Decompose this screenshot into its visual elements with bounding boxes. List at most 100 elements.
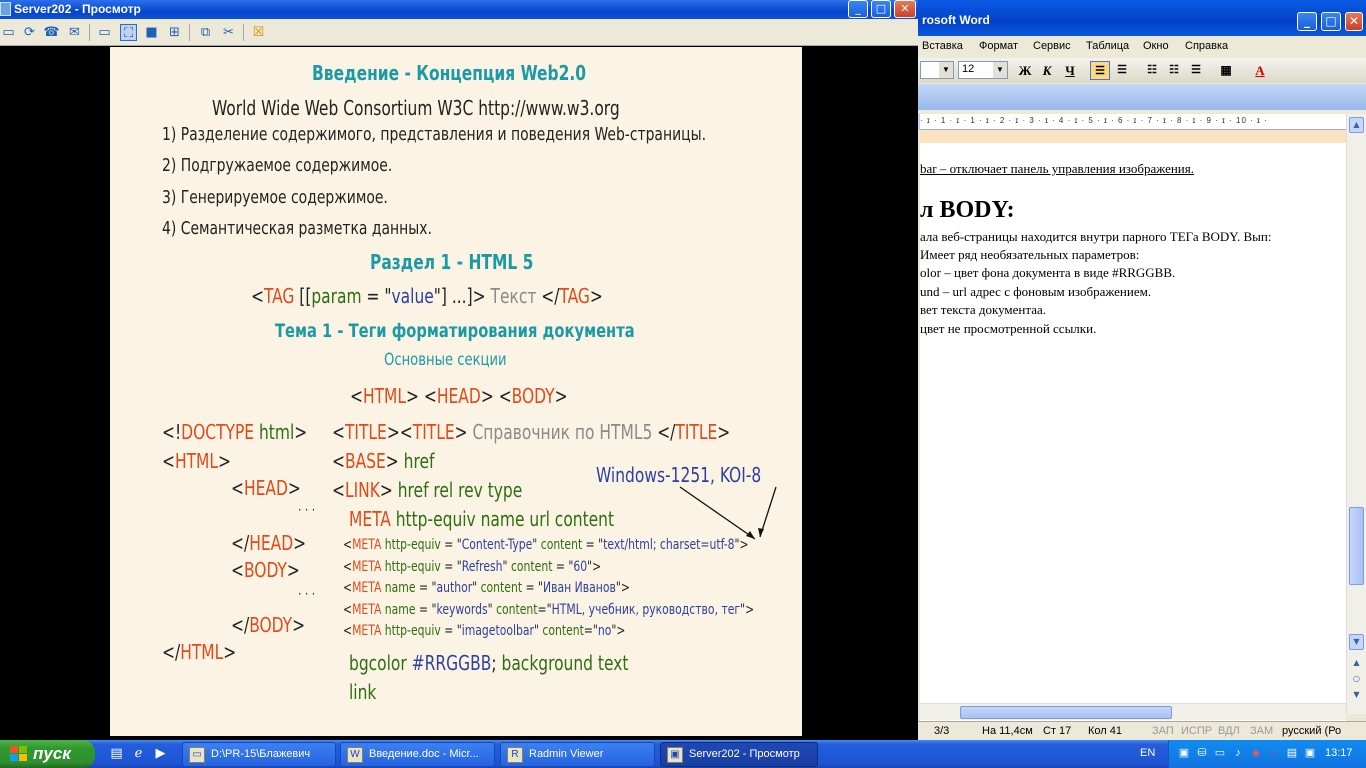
windows-logo-icon bbox=[10, 746, 27, 762]
close-button[interactable]: ✕ bbox=[894, 0, 916, 18]
menu-format[interactable]: Формат bbox=[979, 40, 1018, 52]
network-icon[interactable]: ▣ bbox=[1177, 746, 1191, 761]
menu-table[interactable]: Таблица bbox=[1086, 40, 1129, 52]
meta-example-line: <META name = "author" content = "Иван Ив… bbox=[343, 580, 630, 596]
numbered-list-icon[interactable]: ☷ bbox=[1142, 61, 1162, 80]
menu-tools[interactable]: Сервис bbox=[1033, 40, 1071, 52]
scroll-thumb[interactable] bbox=[960, 706, 1172, 719]
viewer-titlebar[interactable]: Server202 - Просмотр _ □ ✕ bbox=[0, 0, 918, 19]
document-page[interactable]: bar – отключает панель управления изобра… bbox=[920, 131, 1346, 721]
syntax-part: HEAD bbox=[436, 384, 481, 408]
menu-insert[interactable]: Вставка bbox=[922, 40, 963, 52]
voice-chat-icon[interactable]: ☎ bbox=[43, 24, 60, 41]
slide-title: Введение - Концепция Web2.0 bbox=[312, 61, 631, 85]
fit-screen-icon[interactable]: ⊞ bbox=[166, 24, 183, 41]
status-ext[interactable]: ВДЛ bbox=[1218, 725, 1240, 737]
indent-icon[interactable]: ☰ bbox=[1186, 61, 1206, 80]
syntax-part: BASE bbox=[344, 449, 386, 473]
task-button-explorer[interactable]: ▭ D:\PR-15\Блажевич bbox=[182, 742, 336, 767]
scroll-thumb[interactable] bbox=[1349, 507, 1364, 585]
syntax-part: " bbox=[472, 580, 481, 597]
maximize-button[interactable]: □ bbox=[1321, 12, 1341, 31]
next-page-icon[interactable]: ▼ bbox=[1349, 688, 1364, 704]
vertical-scrollbar[interactable]: ▲ ▼ ▲ ○ ▼ bbox=[1346, 114, 1366, 714]
connect-icon[interactable]: ▭ bbox=[0, 24, 17, 41]
remote-icon[interactable]: ▤ bbox=[1285, 746, 1299, 761]
menu-window[interactable]: Окно bbox=[1143, 40, 1169, 52]
syntax-part: [[ bbox=[294, 284, 312, 308]
opera-icon[interactable]: ○ bbox=[1267, 746, 1281, 761]
horizontal-ruler[interactable]: · ɪ · 1 · ɪ · 1 · ɪ · 2 · ɪ · 3 · ɪ · 4 … bbox=[920, 114, 1346, 130]
italic-button[interactable]: К bbox=[1037, 61, 1057, 80]
align-center-icon[interactable]: ☰ bbox=[1112, 61, 1132, 80]
monitor-icon[interactable]: ▭ bbox=[1213, 746, 1227, 761]
task-button-word[interactable]: W Введение.doc - Micr... bbox=[340, 742, 495, 767]
font-color-icon[interactable]: A bbox=[1250, 61, 1270, 80]
language-indicator[interactable]: EN bbox=[1140, 747, 1155, 759]
status-trk[interactable]: ИСПР bbox=[1181, 725, 1212, 737]
underline-button[interactable]: Ч bbox=[1060, 61, 1080, 80]
syntax-part: < bbox=[343, 537, 353, 553]
status-ovr[interactable]: ЗАМ bbox=[1250, 725, 1273, 737]
minimize-button[interactable]: _ bbox=[1297, 12, 1317, 31]
syntax-part: 60 bbox=[573, 558, 588, 575]
align-left-icon[interactable]: ☰ bbox=[1090, 61, 1110, 80]
doctype-line: <!DOCTYPE html> bbox=[162, 420, 308, 444]
syntax-part: HEAD bbox=[243, 476, 288, 500]
task-button-radmin[interactable]: R Radmin Viewer bbox=[500, 742, 655, 767]
syntax-part: META bbox=[352, 580, 382, 597]
select-browse-icon[interactable]: ○ bbox=[1349, 672, 1364, 688]
refresh-icon[interactable]: ⟳ bbox=[21, 24, 38, 41]
internet-explorer-icon[interactable]: ℯ bbox=[130, 745, 147, 762]
window-icon[interactable]: ▭ bbox=[96, 24, 113, 41]
usb-icon[interactable]: ⛁ bbox=[1195, 746, 1209, 761]
start-button[interactable]: пуск bbox=[0, 740, 95, 768]
maximize-button[interactable]: □ bbox=[871, 0, 891, 18]
meta-example-line: <META name = "keywords" content="HTML, у… bbox=[343, 602, 754, 618]
screenshot-icon[interactable]: ⧉ bbox=[197, 24, 214, 41]
full-screen-icon[interactable]: ■ bbox=[143, 24, 160, 41]
word-title: rosoft Word bbox=[922, 13, 990, 27]
scroll-down-icon[interactable]: ▼ bbox=[1349, 634, 1364, 650]
text-chat-icon[interactable]: ✉ bbox=[66, 24, 83, 41]
media-player-icon[interactable]: ▶ bbox=[152, 745, 169, 762]
syntax-part: </ bbox=[541, 284, 560, 308]
show-desktop-icon[interactable]: ▤ bbox=[108, 745, 125, 762]
bold-button[interactable]: Ж bbox=[1015, 61, 1035, 80]
volume-icon[interactable]: ♪ bbox=[1231, 746, 1245, 761]
syntax-part: META bbox=[352, 601, 382, 618]
radmin-icon: R bbox=[507, 747, 523, 763]
minimize-button[interactable]: _ bbox=[848, 0, 868, 18]
head-open-line: <HEAD> bbox=[231, 476, 301, 500]
syntax-part: TITLE bbox=[675, 420, 718, 444]
horizontal-scrollbar[interactable] bbox=[920, 703, 1346, 720]
body-open-line: <BODY> bbox=[231, 558, 300, 582]
security-icon[interactable]: ◈ bbox=[1249, 746, 1263, 761]
word-titlebar[interactable]: rosoft Word _ □ ✕ bbox=[900, 0, 1366, 36]
status-rec[interactable]: ЗАП bbox=[1152, 725, 1174, 737]
separator bbox=[243, 24, 244, 41]
doc-line: вет текста документаа. bbox=[920, 302, 1046, 317]
task-button-viewer[interactable]: ▣ Server202 - Просмотр bbox=[660, 742, 818, 767]
viewer-title: Server202 - Просмотр bbox=[14, 2, 141, 16]
syntax-part: keywords bbox=[436, 601, 488, 618]
syntax-part: href rel rev type bbox=[397, 478, 523, 502]
chevron-down-icon[interactable]: ▼ bbox=[939, 62, 953, 78]
disconnect-icon[interactable]: ☒ bbox=[250, 24, 267, 41]
radmin-tray-icon[interactable]: ▣ bbox=[1303, 746, 1317, 761]
bullet-list-icon[interactable]: ☷ bbox=[1164, 61, 1184, 80]
list-item: 2) Подгружаемое содержимое. bbox=[162, 155, 393, 176]
prev-page-icon[interactable]: ▲ bbox=[1349, 656, 1364, 672]
font-size-combo[interactable]: 12 ▼ bbox=[958, 61, 1008, 79]
tools-icon[interactable]: ✂ bbox=[220, 24, 237, 41]
stretch-icon[interactable]: ⛶ bbox=[120, 24, 137, 41]
scroll-up-icon[interactable]: ▲ bbox=[1349, 117, 1364, 133]
borders-icon[interactable]: ▦ bbox=[1216, 61, 1236, 80]
close-button[interactable]: ✕ bbox=[1345, 12, 1363, 31]
word-menubar: Вставка Формат Сервис Таблица Окно Справ… bbox=[900, 37, 1366, 57]
menu-help[interactable]: Справка bbox=[1185, 40, 1228, 52]
chevron-down-icon[interactable]: ▼ bbox=[993, 62, 1007, 78]
font-name-combo[interactable]: ▼ bbox=[920, 61, 954, 79]
subtopic-heading: Основные секции bbox=[384, 350, 507, 370]
base-tag-line: <BASE> href bbox=[332, 449, 435, 473]
